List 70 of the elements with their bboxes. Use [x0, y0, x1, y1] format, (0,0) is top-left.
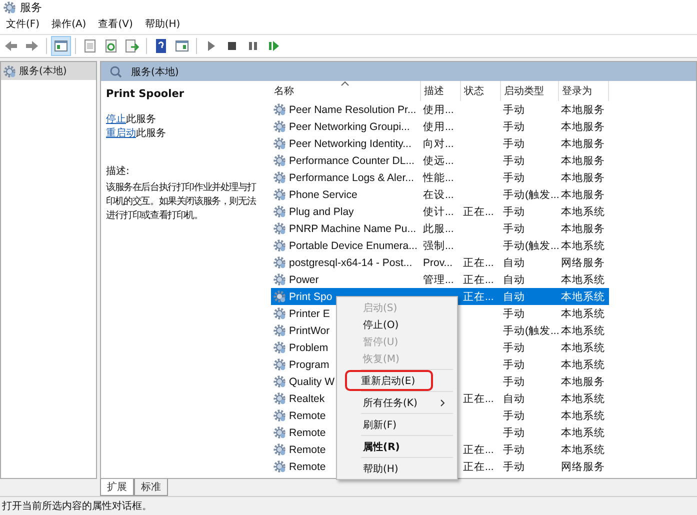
table-cell-text: 手动 [502, 460, 526, 474]
table-cell-text: 本地服务 [560, 136, 606, 152]
table-cell-text: 手动 [502, 408, 526, 424]
pane-title: 服务(本地) [131, 66, 179, 78]
table-cell-text: 手动 [502, 442, 526, 458]
description-text: 该服务在后台执行打印作业并处理与打印机的交互。如果关闭该服务，则无法进行打印或查看打印机。 [106, 181, 258, 223]
table-cell-text: 本地服务 [560, 188, 606, 202]
table-cell-text: 手动 [502, 306, 526, 322]
table-cell-text: 本地服务 [560, 374, 606, 390]
table-cell-text: 本地服务 [560, 154, 606, 168]
table-cell-text: 正在... [462, 272, 495, 288]
table-cell-text: 在设... [422, 188, 455, 202]
table-cell-text: 本地系统 [560, 272, 606, 288]
service-name: Print Spooler [106, 87, 186, 101]
table-cell-text: 手动(触发... [502, 238, 559, 254]
action-line: 停止此服务 [106, 113, 157, 127]
table-cell-text: 网络服务 [560, 460, 606, 474]
table-cell-text: 自动 [502, 392, 526, 406]
table-cell-text: 网络服务 [560, 256, 606, 270]
table-cell-text: 本地系统 [560, 238, 606, 254]
table-cell-text: 使计... [422, 204, 455, 220]
table-cell-text: 手动 [502, 136, 526, 152]
table-cell-text: 手动 [502, 102, 526, 118]
table-cell-text: Prov... [422, 256, 454, 270]
table-cell-text: 使用... [422, 102, 455, 118]
table-cell-text: 正在... [462, 256, 495, 270]
table-cell-text: 强制... [422, 238, 455, 254]
table-cell-text: 本地系统 [560, 442, 606, 458]
window-title: 服务 [20, 0, 42, 14]
table-cell-text: 性能... [422, 170, 455, 186]
table-cell-text: 此服... [422, 222, 455, 236]
table-cell: 正在... [461, 288, 501, 305]
status-bar: 打开当前所选内容的属性对话框。 [0, 496, 697, 515]
table-cell-text: 本地系统 [560, 340, 606, 356]
table-cell-text: 手动 [502, 154, 526, 168]
table-cell-text: 本地系统 [560, 204, 606, 220]
table-cell-text: 管理... [422, 272, 455, 288]
table-cell-text: 手动 [502, 222, 526, 236]
action-line: 重启动此服务 [106, 127, 167, 141]
table-cell-text: 自动 [502, 272, 526, 288]
table-cell-text: 正在... [462, 204, 495, 220]
table-cell-text: 手动 [502, 120, 526, 134]
table-cell-text: 手动 [502, 426, 526, 440]
table-cell-text: 本地服务 [560, 120, 606, 134]
table-cell-text: 手动 [502, 170, 526, 186]
table-cell: 自动 [501, 288, 559, 305]
table-cell-text: 本地系统 [560, 392, 606, 406]
table-cell-text: 正在... [462, 442, 495, 458]
table-cell-text: 本地系统 [560, 306, 606, 322]
table-cell-text: 本地服务 [560, 222, 606, 236]
table-cell-text: 正在... [462, 460, 495, 474]
table-cell-text: 本地服务 [560, 170, 606, 186]
table-cell-text: 手动 [502, 374, 526, 390]
table-cell-text: 使用... [422, 120, 455, 134]
table-cell-text: 本地系统 [560, 358, 606, 372]
table-cell-text: 向对... [422, 136, 455, 152]
table-cell: 本地系统 [559, 288, 609, 305]
table-cell-text: 本地服务 [560, 102, 606, 118]
description-label: 描述: [106, 165, 130, 179]
table-cell-text: 手动 [502, 340, 526, 356]
table-cell-text: 本地系统 [560, 324, 606, 338]
table-cell-text: 手动 [502, 358, 526, 372]
table-cell-text: 自动 [502, 256, 526, 270]
table-cell-text: 使远... [422, 154, 455, 168]
table-cell-text: 正在... [462, 392, 495, 406]
table-cell-text: 本地系统 [560, 426, 606, 440]
table-cell-text: 本地系统 [560, 408, 606, 424]
table-cell-text: 手动 [502, 204, 526, 220]
table-cell-text: 手动(触发... [502, 188, 559, 202]
table-cell-text: 手动(触发... [502, 324, 559, 338]
